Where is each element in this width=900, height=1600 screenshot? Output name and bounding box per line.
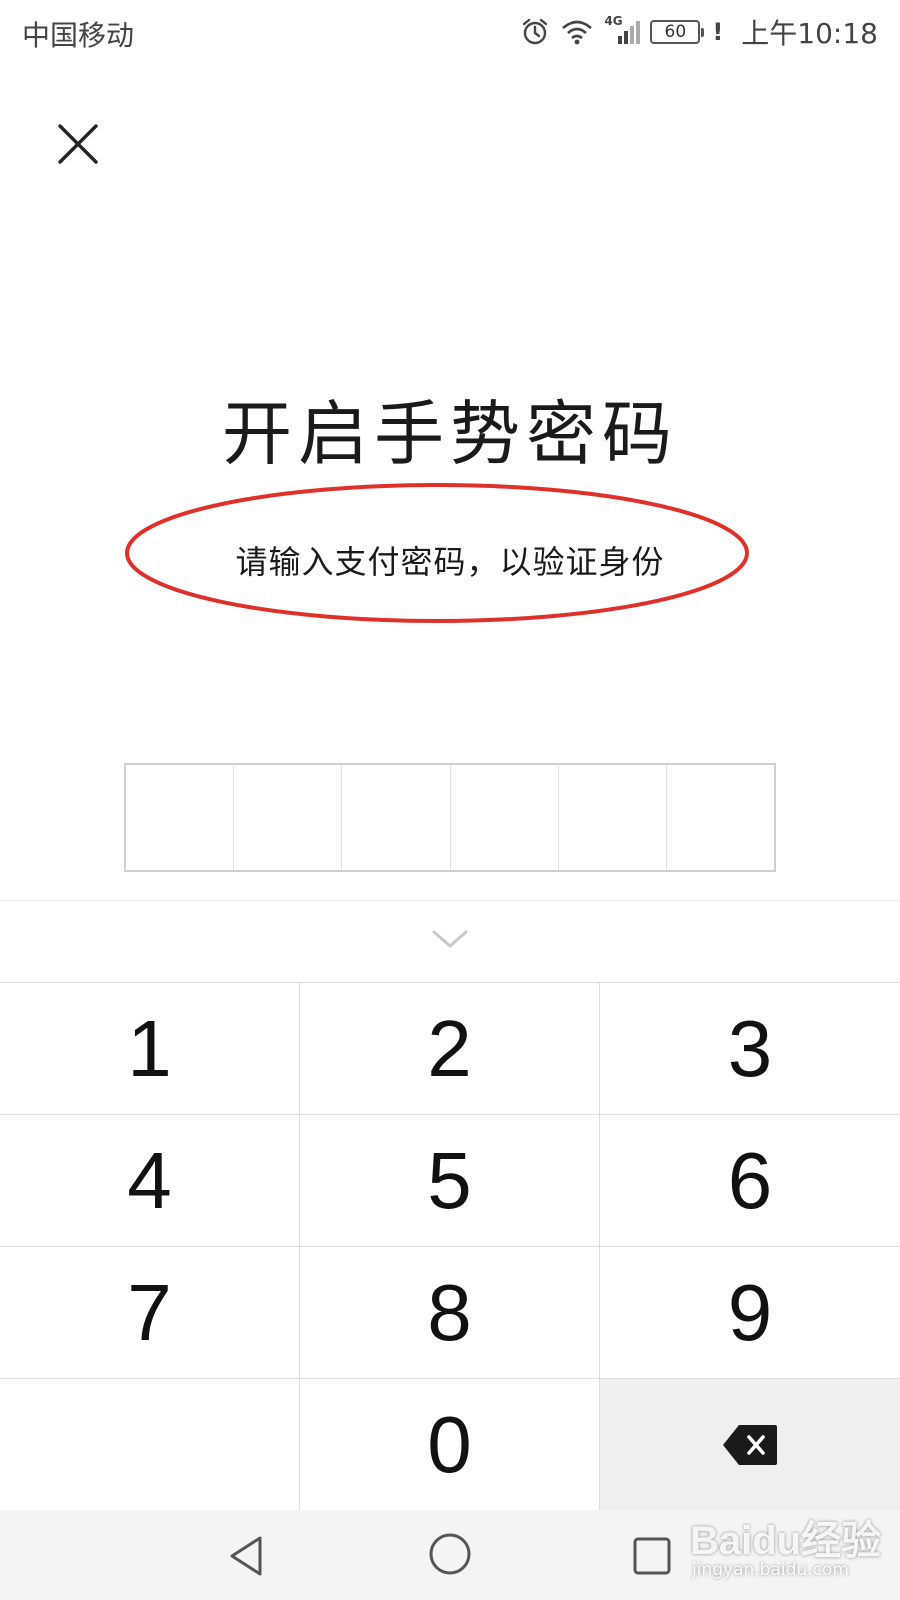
delete-button[interactable] bbox=[600, 1379, 900, 1511]
password-digit-5 bbox=[559, 765, 667, 870]
key-7[interactable]: 7 bbox=[0, 1247, 300, 1379]
password-input[interactable] bbox=[124, 763, 776, 872]
password-digit-4 bbox=[451, 765, 559, 870]
alert-icon: ! bbox=[712, 18, 724, 46]
key-2[interactable]: 2 bbox=[300, 983, 600, 1115]
password-digit-6 bbox=[667, 765, 774, 870]
wifi-icon bbox=[560, 18, 594, 46]
numeric-keypad: 1 2 3 4 5 6 7 8 9 0 bbox=[0, 982, 900, 1511]
page-title: 开启手势密码 bbox=[222, 393, 678, 475]
key-9[interactable]: 9 bbox=[600, 1247, 900, 1379]
chevron-down-icon bbox=[432, 930, 468, 948]
carrier-name: 中国移动 bbox=[22, 19, 135, 52]
key-8[interactable]: 8 bbox=[300, 1247, 600, 1379]
nav-back-button[interactable] bbox=[226, 1534, 266, 1582]
home-circle-icon bbox=[429, 1533, 471, 1575]
key-3[interactable]: 3 bbox=[600, 983, 900, 1115]
status-bar: 中国移动 4G 60 ! 上午10:18 bbox=[0, 0, 900, 64]
nav-home-button[interactable] bbox=[428, 1532, 472, 1580]
password-digit-2 bbox=[234, 765, 343, 870]
signal-icon: 4G bbox=[604, 14, 641, 46]
key-4[interactable]: 4 bbox=[0, 1115, 300, 1247]
back-triangle-icon bbox=[230, 1536, 262, 1576]
collapse-keyboard-button[interactable] bbox=[420, 920, 480, 960]
key-empty bbox=[0, 1379, 300, 1511]
subtitle: 请输入支付密码，以验证身份 bbox=[235, 543, 665, 581]
close-button[interactable] bbox=[50, 116, 106, 172]
password-digit-1 bbox=[126, 765, 235, 870]
network-type: 4G bbox=[604, 14, 623, 28]
key-1[interactable]: 1 bbox=[0, 983, 300, 1115]
close-icon bbox=[58, 124, 98, 164]
password-digit-3 bbox=[342, 765, 451, 870]
recent-square-icon bbox=[633, 1537, 671, 1575]
backspace-icon bbox=[723, 1424, 777, 1465]
status-icons: 4G 60 ! 上午10:18 bbox=[520, 10, 878, 54]
status-time: 上午10:18 bbox=[741, 17, 878, 50]
key-6[interactable]: 6 bbox=[600, 1115, 900, 1247]
nav-recent-button[interactable] bbox=[632, 1536, 672, 1580]
battery-icon: 60 bbox=[650, 20, 705, 44]
key-0[interactable]: 0 bbox=[300, 1379, 600, 1511]
battery-level: 60 bbox=[664, 22, 687, 42]
alarm-icon bbox=[520, 17, 550, 47]
keypad-divider bbox=[0, 900, 900, 901]
key-5[interactable]: 5 bbox=[300, 1115, 600, 1247]
system-navigation-bar bbox=[0, 1510, 900, 1600]
